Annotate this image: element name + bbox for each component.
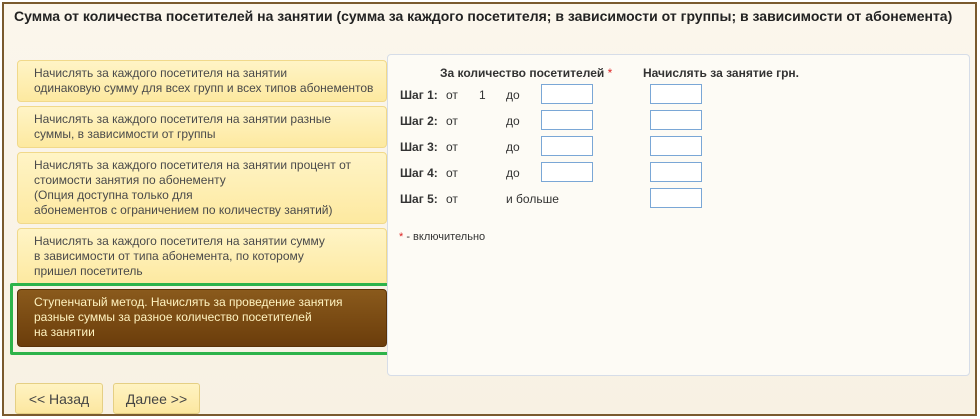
option-by-subscription[interactable]: Начислять за каждого посетителя на занят…	[17, 228, 387, 285]
amount-input[interactable]	[650, 84, 702, 104]
to-value-input[interactable]	[541, 110, 593, 130]
amount-input[interactable]	[650, 136, 702, 156]
visitors-count-header-text: За количество посетителей	[440, 66, 605, 80]
and-more-label: и больше	[506, 192, 559, 206]
amount-input[interactable]	[650, 110, 702, 130]
from-value: 1	[479, 88, 486, 102]
from-label: от	[446, 192, 458, 206]
step-label: Шаг 3:	[400, 140, 438, 154]
step-row: Шаг 4: от до	[400, 162, 800, 184]
next-button[interactable]: Далее >>	[113, 383, 200, 414]
amount-input[interactable]	[650, 188, 702, 208]
required-mark: *	[607, 66, 613, 80]
step-row: Шаг 5: от и больше	[400, 188, 800, 210]
inclusive-note: * - включительно	[399, 231, 485, 243]
to-value-input[interactable]	[541, 84, 593, 104]
to-value-input[interactable]	[541, 162, 593, 182]
option-same-sum[interactable]: Начислять за каждого посетителя на занят…	[17, 60, 387, 102]
option-label: Начислять за каждого посетителя на занят…	[34, 112, 332, 141]
amount-header: Начислять за занятие грн.	[643, 66, 799, 80]
steps-panel: За количество посетителей * Начислять за…	[387, 54, 970, 376]
step-row: Шаг 2: от до	[400, 110, 800, 132]
page-title: Сумма от количества посетителей на занят…	[14, 8, 953, 24]
amount-input[interactable]	[650, 162, 702, 182]
dialog-frame: Сумма от количества посетителей на занят…	[2, 2, 977, 416]
note-text: - включительно	[403, 231, 486, 243]
from-label: от	[446, 114, 458, 128]
option-percent[interactable]: Начислять за каждого посетителя на занят…	[17, 152, 387, 224]
back-button[interactable]: << Назад	[15, 383, 103, 414]
step-label: Шаг 4:	[400, 166, 438, 180]
option-label: Начислять за каждого посетителя на занят…	[34, 66, 374, 95]
from-label: от	[446, 140, 458, 154]
step-row: Шаг 3: от до	[400, 136, 800, 158]
from-label: от	[446, 166, 458, 180]
from-label: от	[446, 88, 458, 102]
step-label: Шаг 1:	[400, 88, 438, 102]
to-label: до	[506, 140, 520, 154]
to-label: до	[506, 114, 520, 128]
to-value-input[interactable]	[541, 136, 593, 156]
step-row: Шаг 1: от 1 до	[400, 84, 800, 106]
step-label: Шаг 2:	[400, 114, 438, 128]
option-label: Начислять за каждого посетителя на занят…	[34, 234, 325, 278]
to-label: до	[506, 88, 520, 102]
option-label: Начислять за каждого посетителя на занят…	[34, 158, 352, 217]
step-label: Шаг 5:	[400, 192, 438, 206]
option-by-group[interactable]: Начислять за каждого посетителя на занят…	[17, 106, 387, 148]
visitors-count-header: За количество посетителей *	[440, 66, 612, 80]
selection-highlight	[10, 283, 398, 355]
to-label: до	[506, 166, 520, 180]
